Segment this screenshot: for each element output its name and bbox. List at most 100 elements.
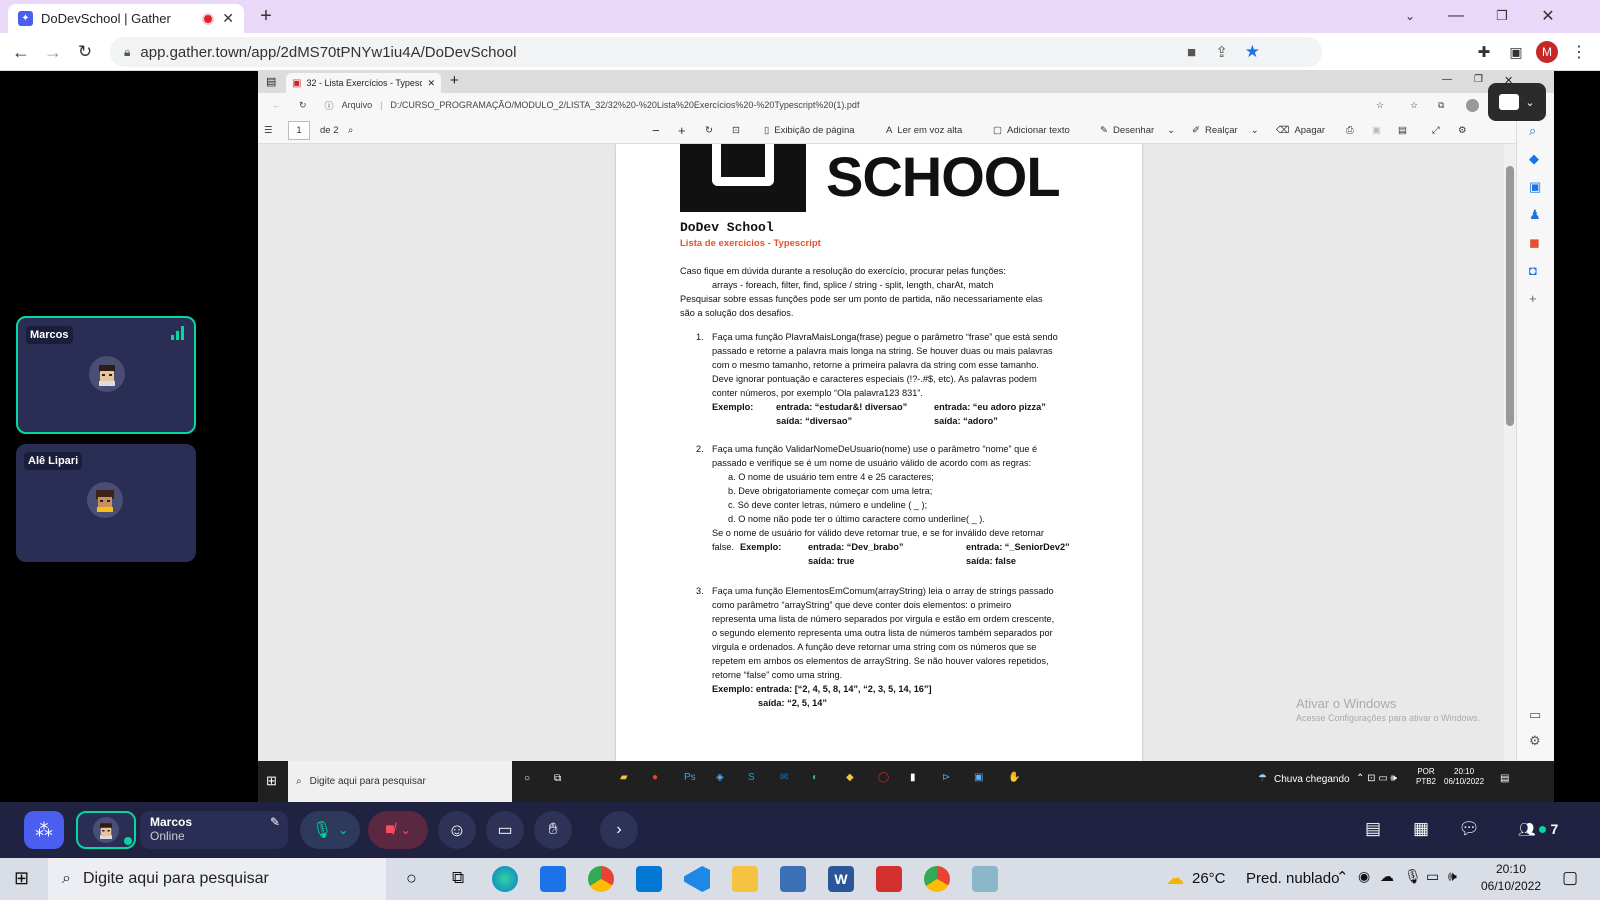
print-icon[interactable]: ⎙ — [1346, 117, 1354, 144]
save-as-icon[interactable]: ▤ — [1398, 117, 1407, 144]
close-tab-icon[interactable]: ✕ — [222, 10, 234, 27]
calendar-icon[interactable]: ▦ — [1408, 816, 1434, 842]
taskbar-search-box[interactable]: ⌕ Digite aqui para pesquisar — [48, 858, 386, 900]
address-bar[interactable]: 🔒︎ app.gather.town/app/2dMS70tPNYw1iu4A/… — [110, 37, 1322, 67]
back-arrow-icon[interactable]: ← — [10, 41, 32, 63]
share-icon[interactable]: ⇪ — [1215, 43, 1228, 61]
user-avatar-button[interactable] — [76, 811, 136, 849]
shopping-icon[interactable]: ◆ — [1529, 151, 1539, 167]
clock[interactable]: 20:10 06/10/2022 — [1476, 861, 1546, 895]
bookmark-star-icon[interactable]: ★ — [1245, 42, 1260, 62]
emote-button[interactable]: ☺ — [438, 811, 476, 849]
fit-page-icon[interactable]: ⊡ — [732, 117, 740, 144]
edge-icon[interactable] — [492, 866, 518, 892]
app-icon[interactable]: ◈ — [716, 772, 724, 783]
pdf-scrollbar-thumb[interactable] — [1506, 166, 1514, 426]
chat-icon[interactable]: 💬︎ — [1456, 816, 1482, 842]
photos-icon[interactable]: ▣ — [974, 772, 983, 783]
expand-actions-button[interactable]: › — [600, 811, 638, 849]
highlight-button[interactable]: ✐ Realçar ⌄ — [1192, 117, 1259, 144]
close-icon[interactable]: ✕ — [427, 78, 435, 89]
mail-icon[interactable] — [636, 866, 662, 892]
raise-hand-button[interactable]: ✋︎ — [534, 811, 572, 849]
tabs-icon[interactable]: ⧉ — [1438, 100, 1444, 111]
minimize-window-button[interactable]: — — [1446, 6, 1466, 26]
chrome-icon[interactable] — [588, 866, 614, 892]
remote-search-box[interactable]: ⌕ Digite aqui para pesquisar — [288, 761, 512, 802]
contents-icon[interactable]: ☰ — [264, 117, 273, 144]
side-panel-icon[interactable]: ▣ — [1505, 41, 1527, 63]
save-icon[interactable]: ▣ — [1372, 117, 1381, 144]
search-icon[interactable]: ⌕ — [348, 117, 353, 144]
edge-url-text[interactable]: D:/CURSO_PROGRAMAÇÃO/MODULO_2/LISTA_32/3… — [390, 100, 859, 110]
read-aloud-button[interactable]: A Ler em voz alta — [886, 117, 962, 144]
tools-icon[interactable]: ▣ — [1529, 179, 1541, 195]
windows-start-icon[interactable]: ⊞ — [14, 868, 29, 889]
add-text-button[interactable]: ▢ Adicionar texto — [993, 117, 1070, 144]
pdf-scrollbar-track[interactable] — [1504, 144, 1516, 761]
zoom-out-icon[interactable]: − — [652, 117, 660, 144]
pdf-viewer[interactable]: SCHOOL DoDev School Lista de exercícios … — [258, 144, 1516, 761]
chrome-icon[interactable]: ● — [652, 772, 658, 783]
tray-icons[interactable]: ⌃ ⊡ ▭ 🕪︎ — [1356, 773, 1397, 784]
notifications-icon[interactable]: ▢ — [1562, 868, 1578, 888]
edge-icon[interactable]: ◐ — [812, 772, 818, 783]
chrome-menu-icon[interactable]: ⋮ — [1568, 41, 1590, 63]
profile-avatar[interactable]: M — [1536, 41, 1558, 63]
skype-icon[interactable]: S — [748, 772, 755, 783]
notepad-icon[interactable]: ▮ — [910, 772, 916, 783]
edge-minimize-button[interactable]: — — [1442, 74, 1452, 85]
reload-icon[interactable]: ↻ — [299, 100, 307, 111]
edit-pencil-icon[interactable]: ✎ — [270, 815, 280, 829]
microphone-toggle[interactable]: 🎙︎ ⌄ — [300, 811, 360, 849]
gather-icon[interactable]: ✋ — [1008, 772, 1020, 783]
forward-arrow-icon[interactable]: → — [42, 41, 64, 63]
page-view-button[interactable]: ▯ Exibição de página — [764, 117, 855, 144]
office-icon[interactable]: ◼ — [1529, 235, 1540, 251]
sidebar-layout-icon[interactable]: ▭ — [1529, 707, 1541, 723]
reload-icon[interactable]: ↻ — [74, 41, 96, 63]
temperature[interactable]: 26°C — [1192, 870, 1226, 887]
cortana-icon[interactable]: ○ — [524, 773, 530, 784]
close-window-button[interactable]: ✕ — [1538, 6, 1558, 26]
favorites-icon[interactable]: ☆ — [1376, 100, 1384, 111]
camera-toggle[interactable]: ■̸ ⌄ — [368, 811, 428, 849]
file-explorer-icon[interactable]: ▰ — [620, 772, 628, 783]
tab-search-icon[interactable]: ⌄ — [1400, 6, 1420, 26]
camera-tray-icon[interactable]: ◉ — [1358, 868, 1370, 885]
vscode-icon[interactable]: ⊳ — [942, 772, 950, 783]
word-icon[interactable]: W — [828, 866, 854, 892]
weather-text[interactable]: Chuva chegando — [1274, 774, 1350, 785]
task-view-icon[interactable]: ⧉ — [452, 868, 464, 888]
vscode-icon[interactable] — [684, 866, 710, 892]
volume-icon[interactable]: 🕪︎ — [1448, 868, 1457, 885]
collections-icon[interactable]: ☆ — [1410, 100, 1418, 111]
photos-icon[interactable] — [780, 866, 806, 892]
git-icon[interactable]: ◆ — [846, 772, 854, 783]
restore-window-button[interactable]: ❐ — [1492, 6, 1512, 26]
edge-tab[interactable]: ▣ 32 - Lista Exercícios - Typescript ✕ — [286, 73, 441, 93]
acrobat-icon[interactable] — [876, 866, 902, 892]
outlook-icon[interactable]: ◘ — [1529, 263, 1537, 278]
profile-icon[interactable] — [1466, 98, 1479, 112]
edge-restore-button[interactable]: ❐ — [1474, 74, 1483, 85]
chrome-profile-icon[interactable] — [924, 866, 950, 892]
erase-button[interactable]: ⌫ Apagar — [1276, 117, 1325, 144]
rotate-icon[interactable]: ↻ — [705, 117, 713, 144]
back-arrow-icon[interactable]: ← — [272, 100, 281, 110]
draw-button[interactable]: ✎ Desenhar ⌄ — [1100, 117, 1175, 144]
screen-share-button[interactable]: ▭ — [486, 811, 524, 849]
remote-clock[interactable]: 20:10 06/10/2022 — [1444, 767, 1484, 787]
gather-menu-button[interactable]: ⁂ — [24, 811, 64, 849]
microphone-tray-icon[interactable]: 🎙︎ — [1404, 868, 1422, 885]
notifications-icon[interactable]: ▤ — [1500, 773, 1509, 784]
games-icon[interactable]: ♟ — [1529, 207, 1541, 223]
edge-tab-actions-icon[interactable]: ▤ — [266, 75, 276, 88]
fullscreen-icon[interactable]: ⤢ — [1432, 117, 1440, 144]
remote-app-icon[interactable] — [972, 866, 998, 892]
browser-tab[interactable]: ✦ DoDevSchool | Gather ✕ — [8, 4, 244, 33]
tray-chevron-icon[interactable]: ⌃ — [1336, 868, 1349, 886]
mail-icon[interactable]: ✉ — [780, 772, 788, 783]
add-icon[interactable]: + — [1529, 291, 1537, 306]
page-number-input[interactable]: 1 — [288, 121, 310, 140]
